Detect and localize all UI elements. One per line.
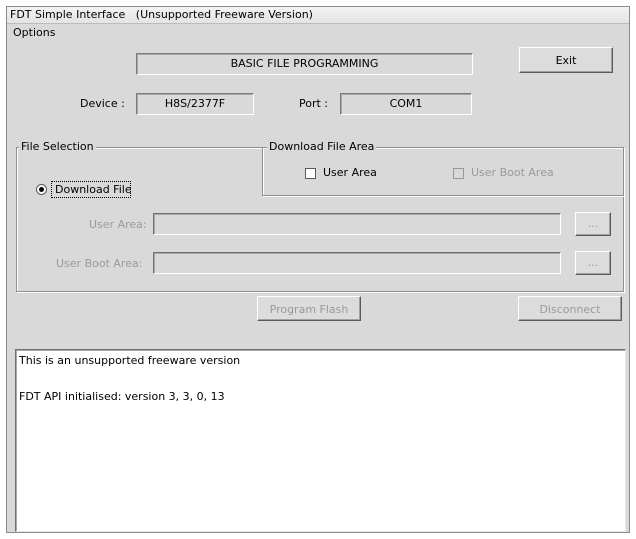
user-area-file-input[interactable] [153, 213, 561, 235]
user-boot-area-file-label: User Boot Area: [56, 257, 143, 270]
user-area-checkbox[interactable] [305, 168, 316, 179]
user-boot-area-checkbox[interactable] [453, 168, 464, 179]
device-label: Device : [80, 97, 125, 110]
application-window: FDT Simple Interface (Unsupported Freewa… [6, 6, 630, 533]
program-flash-label: Program Flash [269, 303, 349, 316]
window-title: FDT Simple Interface (Unsupported Freewa… [10, 8, 313, 21]
output-log[interactable]: This is an unsupported freeware version … [15, 349, 626, 532]
download-file-radio[interactable] [36, 184, 47, 195]
device-value-box: H8S/2377F [136, 93, 254, 115]
log-line: This is an unsupported freeware version [19, 354, 241, 367]
user-boot-area-browse-button[interactable]: ... [575, 251, 611, 275]
disconnect-label: Disconnect [539, 303, 601, 316]
download-file-label[interactable]: Download File [55, 183, 132, 196]
header-banner: BASIC FILE PROGRAMMING [136, 53, 473, 75]
file-selection-title: File Selection [19, 140, 96, 153]
port-value: COM1 [389, 97, 423, 110]
header-title: BASIC FILE PROGRAMMING [230, 57, 379, 70]
disconnect-button[interactable]: Disconnect [518, 296, 622, 321]
download-area-title: Download File Area [267, 140, 377, 153]
download-area-group [262, 147, 624, 196]
menu-bar: Options [7, 24, 629, 40]
exit-button-label: Exit [555, 54, 577, 67]
program-flash-button[interactable]: Program Flash [257, 296, 361, 321]
menu-options[interactable]: Options [13, 26, 55, 39]
port-label: Port : [299, 97, 329, 110]
user-area-check-label[interactable]: User Area [323, 166, 377, 179]
user-boot-area-check-label[interactable]: User Boot Area [471, 166, 554, 179]
port-value-box: COM1 [340, 93, 472, 115]
device-value: H8S/2377F [164, 97, 226, 110]
title-bar: FDT Simple Interface (Unsupported Freewa… [7, 7, 629, 24]
user-area-file-label: User Area: [89, 218, 147, 231]
exit-button[interactable]: Exit [519, 47, 613, 73]
user-area-browse-label: ... [587, 217, 599, 230]
user-boot-area-file-input[interactable] [153, 252, 561, 274]
log-line: FDT API initialised: version 3, 3, 0, 13 [19, 390, 225, 403]
user-area-browse-button[interactable]: ... [575, 212, 611, 236]
user-boot-area-browse-label: ... [587, 256, 599, 269]
